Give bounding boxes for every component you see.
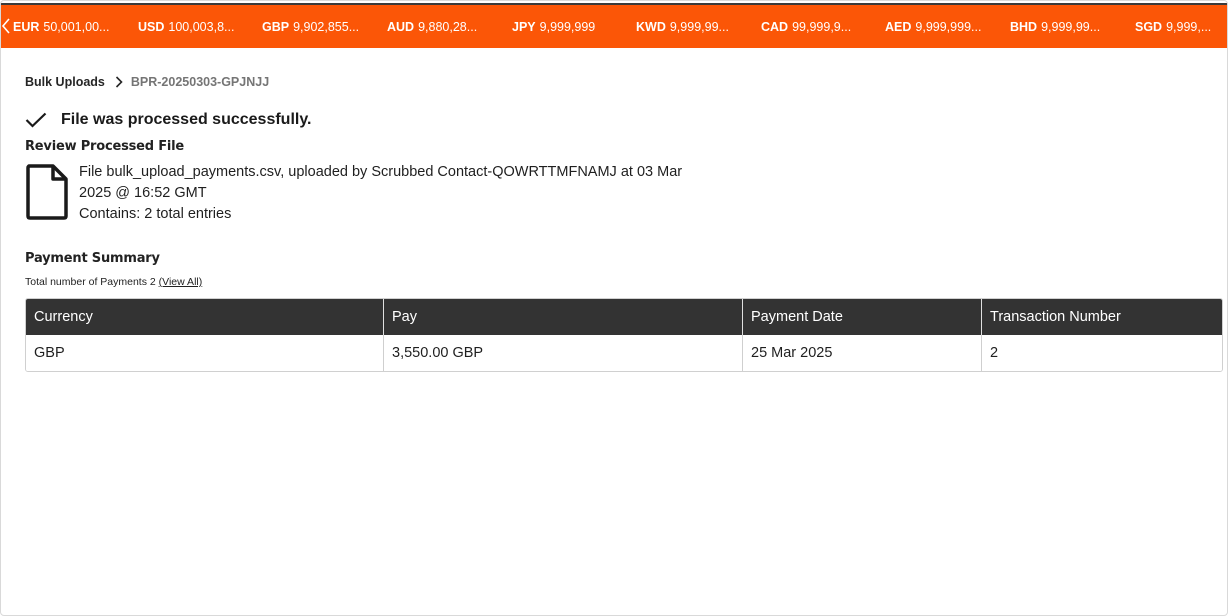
payment-count-text: Total number of Payments 2 — [25, 276, 156, 288]
breadcrumb-current: BPR-20250303-GPJNJJ — [130, 75, 270, 89]
table-row: GBP 3,550.00 GBP 25 Mar 2025 2 — [26, 335, 1222, 371]
ticker-item-aed[interactable]: AED 9,999,999... — [885, 20, 989, 36]
file-description: File bulk_upload_payments.csv, uploaded … — [79, 164, 683, 180]
cell-transaction-number: 2 — [990, 345, 999, 361]
ticker-item-usd[interactable]: USD 100,003,8... — [138, 20, 242, 36]
cell-currency: GBP — [26, 335, 384, 371]
column-header-transaction-number[interactable]: Transaction Number — [982, 299, 1222, 335]
breadcrumb: Bulk Uploads BPR-20250303-GPJNJJ — [25, 74, 269, 90]
column-header-payment-date[interactable]: Payment Date — [743, 299, 982, 335]
column-header-currency[interactable]: Currency — [26, 299, 384, 335]
payment-summary-table: Currency Pay Payment Date Transaction Nu… — [25, 298, 1223, 372]
file-icon — [26, 164, 68, 220]
currency-ticker: EUR 50,001,00... USD 100,003,8... GBP 9,902… — [1, 3, 1227, 48]
ticker-item-aud[interactable]: AUD 9,880,28... — [387, 20, 491, 36]
table-header: Currency Pay Payment Date Transaction Nu… — [26, 299, 1222, 335]
ticker-item-gbp[interactable]: GBP 9,902,855... — [262, 20, 366, 36]
review-processed-file-title: Review Processed File — [25, 139, 185, 154]
ticker-item-bhd[interactable]: BHD 9,999,99... — [1010, 20, 1114, 36]
column-header-pay[interactable]: Pay — [384, 299, 743, 335]
file-entry-count: Contains: 2 total entries — [79, 206, 232, 222]
success-message: File was processed successfully. — [25, 109, 312, 131]
file-upload-time: 2025 @ 16:52 GMT — [79, 185, 207, 201]
payment-count: Total number of Payments 2 (View All) — [25, 276, 202, 288]
cell-payment-date: 25 Mar 2025 — [743, 335, 982, 371]
ticker-item-sgd[interactable]: SGD 9,999,... — [1135, 20, 1221, 36]
breadcrumb-bulk-uploads-link[interactable]: Bulk Uploads — [25, 75, 105, 89]
success-text: File was processed successfully. — [61, 111, 312, 128]
chevron-right-icon — [115, 76, 123, 88]
view-all-link[interactable]: (View All) — [159, 276, 203, 288]
app-frame: EUR 50,001,00... USD 100,003,8... GBP 9,902… — [0, 0, 1228, 616]
ticker-item-cad[interactable]: CAD 99,999,9... — [761, 20, 865, 36]
ticker-item-eur[interactable]: EUR 50,001,00... — [13, 20, 117, 36]
cell-pay: 3,550.00 GBP — [384, 335, 743, 371]
payment-summary-title: Payment Summary — [25, 251, 160, 266]
chevron-left-icon[interactable] — [1, 18, 11, 34]
ticker-item-kwd[interactable]: KWD 9,999,99... — [636, 20, 740, 36]
checkmark-icon — [25, 112, 47, 128]
ticker-item-jpy[interactable]: JPY 9,999,999 — [512, 20, 616, 36]
